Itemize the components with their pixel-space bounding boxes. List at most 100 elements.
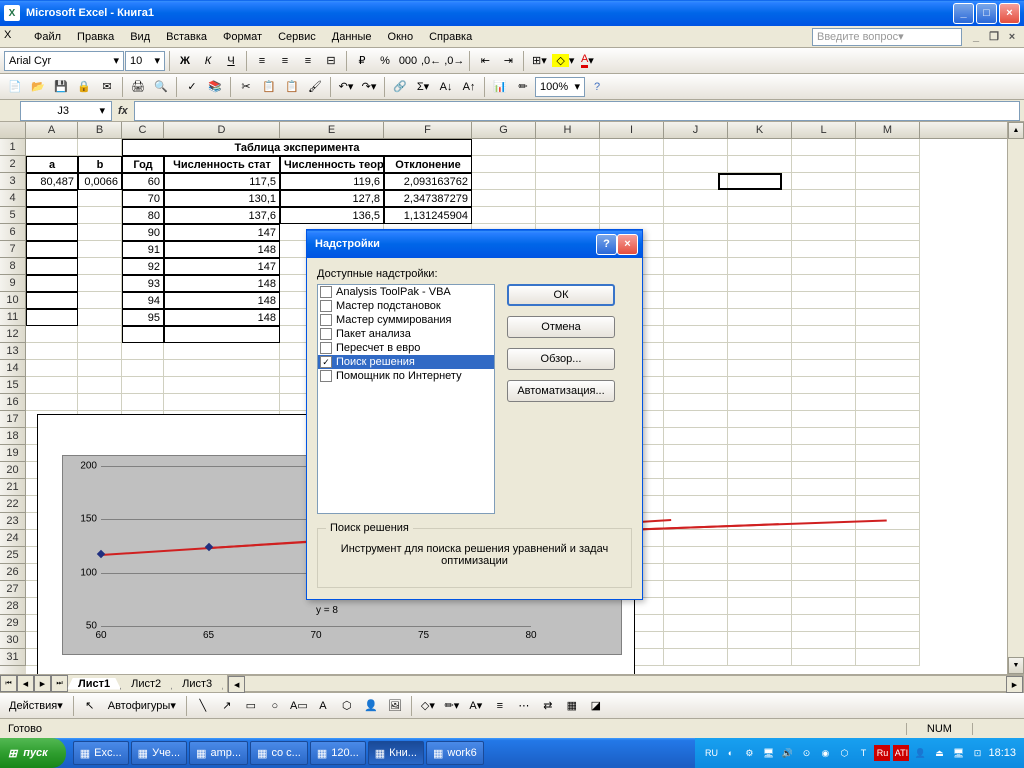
cell[interactable]: Отклонение [384,156,472,173]
cell[interactable]: 60 [122,173,164,190]
row-header[interactable]: 3 [0,173,26,190]
row-header[interactable]: 28 [0,598,26,615]
arrow-style-button[interactable]: ⇄ [537,695,559,717]
cell[interactable]: 80 [122,207,164,224]
decrease-indent-button[interactable]: ⇤ [474,50,496,72]
tab-nav-first[interactable]: ⏮ [0,675,17,692]
line-style-button[interactable]: ≡ [489,695,511,717]
taskbar-item[interactable]: ▦amp... [189,741,248,765]
row-header[interactable]: 18 [0,428,26,445]
zoom-selector[interactable]: 100%▾ [535,77,585,97]
cell[interactable]: Таблица эксперимента [122,139,472,156]
tab-nav-prev[interactable]: ◀ [17,675,34,692]
formula-bar[interactable] [134,101,1020,121]
row-header[interactable]: 29 [0,615,26,632]
scroll-down-button[interactable]: ▼ [1008,657,1024,674]
sheet-tab-3[interactable]: Лист3 [171,678,223,690]
chart-wizard-button[interactable]: 📊 [489,76,511,98]
row-header[interactable]: 19 [0,445,26,462]
row-header[interactable]: 2 [0,156,26,173]
cell[interactable]: 2,347387279 [384,190,472,207]
column-header[interactable]: E [280,122,384,138]
decrease-decimal-button[interactable]: ,0→ [443,50,465,72]
addin-checkbox[interactable] [320,370,332,382]
redo-button[interactable]: ↷▾ [358,76,380,98]
vertical-scrollbar[interactable]: ▲ ▼ [1007,122,1024,674]
cell[interactable] [122,326,164,343]
tray-icon[interactable]: 🖥 [760,745,776,761]
row-header[interactable]: 30 [0,632,26,649]
cell[interactable]: 95 [122,309,164,326]
column-header[interactable]: A [26,122,78,138]
row-header[interactable]: 22 [0,496,26,513]
column-header[interactable]: B [78,122,122,138]
bold-button[interactable]: Ж [174,50,196,72]
cell[interactable]: 94 [122,292,164,309]
clock[interactable]: 18:13 [988,747,1016,759]
cell[interactable]: 92 [122,258,164,275]
font-size-selector[interactable]: 10▾ [125,51,165,71]
select-all-button[interactable] [0,122,26,138]
tray-icon[interactable]: 👤 [912,745,928,761]
cell[interactable]: 90 [122,224,164,241]
cell[interactable] [26,292,78,309]
column-header[interactable]: D [164,122,280,138]
cell[interactable]: 148 [164,241,280,258]
column-header[interactable]: K [728,122,792,138]
row-header[interactable]: 17 [0,411,26,428]
browse-button[interactable]: Обзор... [507,348,615,370]
row-header[interactable]: 21 [0,479,26,496]
addin-checkbox[interactable] [320,300,332,312]
cell[interactable]: 80,487 [26,173,78,190]
row-header[interactable]: 16 [0,394,26,411]
merge-center-button[interactable]: ⊟ [320,50,342,72]
paste-button[interactable]: 📋 [281,76,303,98]
diagram-button[interactable]: ⬡ [336,695,358,717]
addin-item[interactable]: Помощник по Интернету [318,369,494,383]
menu-edit[interactable]: Правка [69,29,122,45]
tray-icon[interactable]: 🔊 [779,745,795,761]
doc-minimize-button[interactable]: _ [968,30,984,44]
cell[interactable] [26,207,78,224]
taskbar-item[interactable]: ▦work6 [426,741,484,765]
ok-button[interactable]: ОК [507,284,615,306]
fill-color-draw-button[interactable]: ◇▾ [417,695,439,717]
row-header[interactable]: 13 [0,343,26,360]
autoshapes-menu[interactable]: Автофигуры ▾ [103,695,181,717]
addin-checkbox[interactable] [320,286,332,298]
cell[interactable]: 1,131245904 [384,207,472,224]
tray-icon[interactable]: T [855,745,871,761]
increase-indent-button[interactable]: ⇥ [497,50,519,72]
cell[interactable] [26,309,78,326]
tray-icon[interactable]: Ru [874,745,890,761]
column-header[interactable]: F [384,122,472,138]
row-header[interactable]: 25 [0,547,26,564]
sheet-tab-1[interactable]: Лист1 [67,678,121,690]
scroll-up-button[interactable]: ▲ [1008,122,1024,139]
drawing-button[interactable]: ✏ [512,76,534,98]
tab-nav-last[interactable]: ⏭ [51,675,68,692]
dialog-help-button[interactable]: ? [596,234,617,255]
cell[interactable]: 148 [164,309,280,326]
row-header[interactable]: 23 [0,513,26,530]
research-button[interactable]: 📚 [204,76,226,98]
tray-icon[interactable]: ◐ [722,745,738,761]
dialog-close-button[interactable]: × [617,234,638,255]
align-right-button[interactable]: ≡ [297,50,319,72]
align-left-button[interactable]: ≡ [251,50,273,72]
tray-icon[interactable]: ◉ [817,745,833,761]
new-button[interactable]: 📄 [4,76,26,98]
addin-checkbox[interactable]: ✓ [320,356,332,368]
addin-item[interactable]: Пакет анализа [318,327,494,341]
autosum-button[interactable]: Σ▾ [412,76,434,98]
undo-button[interactable]: ↶▾ [335,76,357,98]
addin-item[interactable]: Analysis ToolPak - VBA [318,285,494,299]
menu-window[interactable]: Окно [380,29,422,45]
tray-icon[interactable]: ⬡ [836,745,852,761]
cell[interactable] [26,224,78,241]
print-preview-button[interactable]: 🔍 [150,76,172,98]
cancel-button[interactable]: Отмена [507,316,615,338]
arrow-button[interactable]: ↗ [216,695,238,717]
row-header[interactable]: 24 [0,530,26,547]
tray-icon[interactable]: 🖥 [950,745,966,761]
